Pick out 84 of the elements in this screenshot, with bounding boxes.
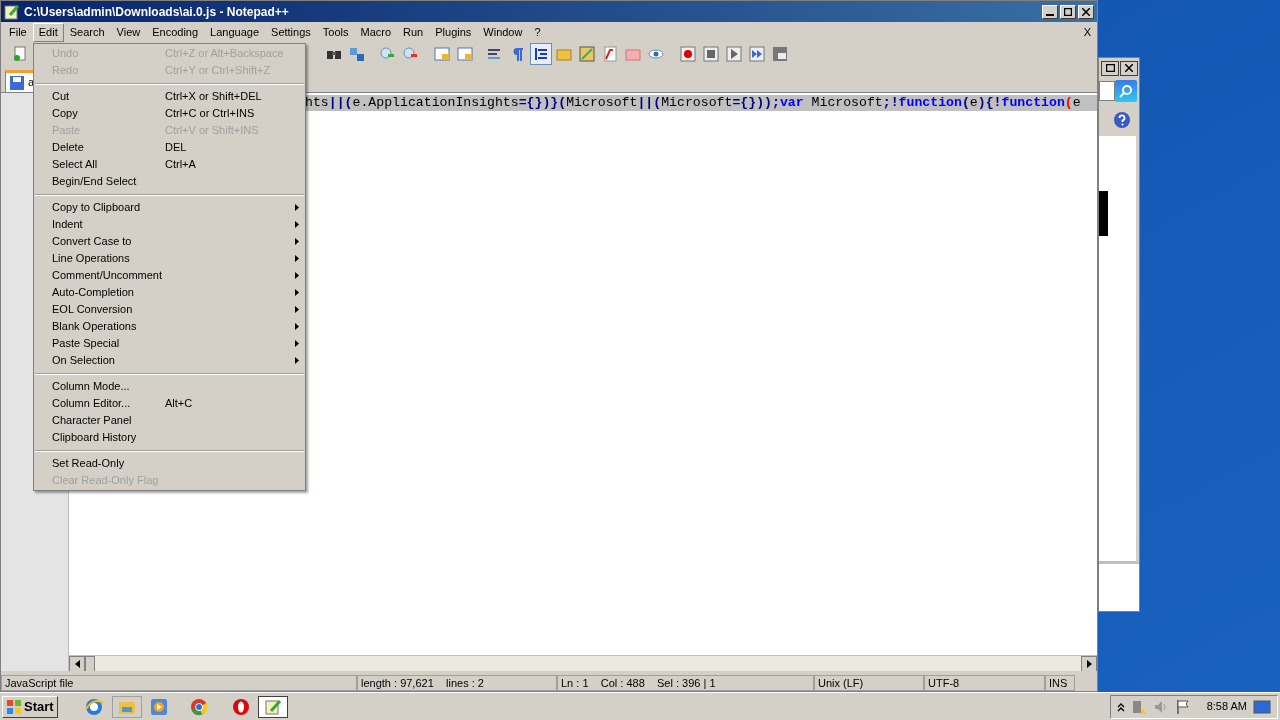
close-icon [1082, 7, 1090, 16]
media-player-icon[interactable] [149, 697, 168, 716]
clock[interactable]: 8:58 AM [1206, 698, 1247, 715]
submenu-arrow-icon [295, 255, 299, 262]
menu-item[interactable]: Set Read-Only [34, 455, 305, 472]
submenu-arrow-icon [295, 272, 299, 279]
chevron-up-icon[interactable] [1116, 701, 1125, 712]
play-icon[interactable] [723, 43, 745, 65]
record-icon[interactable] [677, 43, 699, 65]
windows-logo-icon [6, 698, 22, 715]
menu-item[interactable]: On Selection [34, 352, 305, 369]
status-field: Unix (LF) [814, 675, 924, 691]
menu-bar-item[interactable]: File [3, 22, 33, 42]
menu-item[interactable]: Convert Case to [34, 233, 305, 250]
minimize-icon [1046, 13, 1054, 16]
menu-item[interactable]: Auto-Completion [34, 284, 305, 301]
dark-panel [1099, 191, 1108, 236]
help-icon[interactable] [1113, 111, 1131, 129]
menu-bar-item[interactable]: Tools [316, 22, 355, 42]
menu-bar-item[interactable]: Settings [265, 22, 317, 42]
left-arrow-icon [74, 659, 80, 668]
submenu-arrow-icon [295, 221, 299, 228]
maximize-icon [1105, 64, 1115, 72]
status-field: Ln : 1 Col : 488 Sel : 396 | 1 [557, 675, 814, 691]
menu-item[interactable]: Clipboard History [34, 429, 305, 446]
right-arrow-icon [1086, 659, 1092, 668]
submenu-arrow-icon [295, 357, 299, 364]
menu-item[interactable]: Indent [34, 216, 305, 233]
close-icon [1125, 64, 1133, 72]
menu-item[interactable]: Paste Special [34, 335, 305, 352]
stop-icon[interactable] [700, 43, 722, 65]
close-document-button[interactable]: X [1083, 23, 1091, 41]
flag-icon[interactable] [1174, 698, 1191, 715]
menu-item[interactable]: Select All Ctrl+A [34, 156, 305, 173]
menu-item[interactable]: Character Panel [34, 412, 305, 429]
search-field[interactable] [1099, 81, 1115, 101]
indent-guide-icon[interactable] [530, 43, 552, 65]
menu-item[interactable]: Delete DEL [34, 139, 305, 156]
menu-bar-item[interactable]: Language [204, 22, 266, 42]
submenu-arrow-icon [295, 306, 299, 313]
menu-item[interactable]: Column Mode... [34, 378, 305, 395]
start-button[interactable]: Start [2, 695, 58, 718]
menu-bar-item[interactable]: Window [477, 22, 529, 42]
menu-item[interactable]: Comment/Uncomment [34, 267, 305, 284]
menu-bar-item[interactable]: View [110, 22, 147, 42]
submenu-arrow-icon [295, 204, 299, 211]
opera-icon[interactable] [231, 697, 250, 716]
submenu-arrow-icon [295, 238, 299, 245]
chrome-icon[interactable] [189, 697, 208, 716]
show-desktop-icon[interactable] [1253, 699, 1271, 714]
menu-item[interactable]: EOL Conversion [34, 301, 305, 318]
scroll-thumb[interactable] [85, 655, 95, 671]
menu-bar-item[interactable]: Encoding [146, 22, 205, 42]
scroll-right-button[interactable] [1081, 655, 1097, 671]
maximize-button[interactable] [1101, 60, 1119, 76]
notepad-taskbar-icon[interactable] [257, 695, 288, 718]
search-button[interactable] [1115, 80, 1137, 102]
submenu-arrow-icon [295, 289, 299, 296]
close-button[interactable] [1120, 60, 1138, 76]
menu-bar-item[interactable]: Run [397, 22, 430, 42]
menu-bar-item[interactable]: Plugins [429, 22, 478, 42]
menu-bar-item[interactable]: Search [63, 22, 111, 42]
browser-e-icon[interactable] [83, 696, 104, 717]
scroll-left-button[interactable] [69, 655, 85, 671]
menu-bar-item[interactable]: Edit [32, 22, 64, 42]
menu-item[interactable]: Begin/End Select [34, 173, 305, 190]
status-field: JavaScript file [1, 675, 357, 691]
menu-bar-item[interactable]: Macro [354, 22, 398, 42]
menu-item[interactable]: Copy to Clipboard [34, 199, 305, 216]
status-field: INS [1045, 675, 1075, 691]
submenu-arrow-icon [295, 323, 299, 330]
menu-item[interactable]: Column Editor... Alt+C [34, 395, 305, 412]
submenu-arrow-icon [295, 340, 299, 347]
menu-item[interactable]: Blank Operations [34, 318, 305, 335]
window-title: C:\Users\admin\Downloads\ai.0.js - Notepad++ [24, 3, 289, 21]
search-icon [1119, 84, 1133, 98]
status-field: length : 97,621 lines : 2 [357, 675, 557, 691]
fast-forward-icon[interactable] [746, 43, 768, 65]
maximize-icon [1064, 7, 1072, 16]
menu-item[interactable]: Line Operations [34, 250, 305, 267]
minimize-button[interactable] [1042, 4, 1058, 19]
notepad-icon [4, 3, 20, 20]
status-field: UTF-8 [924, 675, 1045, 691]
menu-bar-item[interactable]: ? [528, 22, 547, 42]
